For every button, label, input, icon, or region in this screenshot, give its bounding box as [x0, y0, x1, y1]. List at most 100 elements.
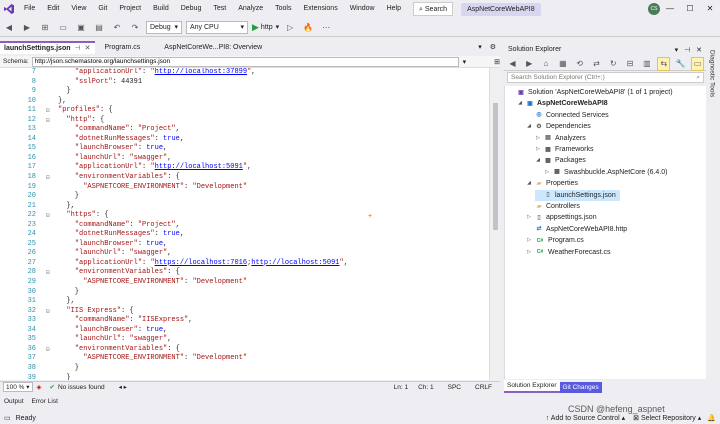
menu-test[interactable]: Test: [207, 0, 232, 18]
line-ending-indicator[interactable]: CRLF: [475, 384, 492, 391]
collapsed-chevron-icon[interactable]: ▷: [526, 235, 532, 246]
notifications-bell-icon[interactable]: 🔔: [707, 414, 716, 422]
forward-icon[interactable]: ▶: [20, 20, 34, 34]
tree-node[interactable]: ▷ C# WeatherForecast.cs: [526, 247, 610, 258]
save-all-icon[interactable]: ▤: [92, 20, 106, 34]
undo-icon[interactable]: ↶: [110, 20, 124, 34]
global-search-button[interactable]: ⌕ Search: [413, 2, 454, 16]
home-icon[interactable]: ⌂: [540, 57, 553, 71]
new-item-icon[interactable]: ⊞: [38, 20, 52, 34]
tab-output[interactable]: Output: [0, 396, 28, 407]
menu-git[interactable]: Git: [92, 0, 113, 18]
redo-icon[interactable]: ↷: [128, 20, 142, 34]
whitespace-indicator[interactable]: SPC: [448, 384, 461, 391]
scrollbar-thumb[interactable]: [493, 103, 498, 230]
pin-icon[interactable]: ⊣: [684, 47, 690, 54]
menu-help[interactable]: Help: [381, 0, 407, 18]
menu-file[interactable]: File: [18, 0, 41, 18]
line-indicator[interactable]: Ln: 1: [394, 384, 408, 391]
back-icon[interactable]: ◀: [506, 57, 519, 71]
code-editor[interactable]: 7 "applicationUrl": "http://localhost:37…: [0, 68, 500, 380]
close-tab-icon[interactable]: ✕: [85, 42, 91, 55]
history-icon[interactable]: ⟲: [573, 57, 586, 71]
hot-reload-icon[interactable]: 🔥: [301, 20, 315, 34]
sync-icon[interactable]: ⇄: [590, 57, 603, 71]
configuration-dropdown[interactable]: Debug ▾: [146, 20, 182, 34]
expanded-chevron-icon[interactable]: ◢: [517, 98, 523, 109]
tab-git-changes[interactable]: Git Changes: [559, 382, 602, 393]
fold-toggle-icon[interactable]: ⊟: [46, 211, 50, 221]
add-to-source-control-button[interactable]: ↑ Add to Source Control ▴: [546, 414, 625, 422]
collapsed-chevron-icon[interactable]: ▷: [526, 247, 532, 258]
tab-overview[interactable]: AspNetCoreWe...PI8: Overview: [160, 41, 266, 54]
tab-solution-explorer[interactable]: Solution Explorer: [504, 380, 560, 393]
menu-analyze[interactable]: Analyze: [232, 0, 269, 18]
menu-window[interactable]: Window: [344, 0, 381, 18]
chevron-down-icon[interactable]: ▾: [463, 58, 467, 66]
tree-node[interactable]: ⇄ AspNetCoreWebAPI8.http: [526, 224, 627, 235]
issues-status[interactable]: No issues found: [58, 384, 105, 391]
diagnostic-tools-tab[interactable]: Diagnostic Tools: [704, 44, 720, 164]
open-icon[interactable]: ▭: [56, 20, 70, 34]
collapsed-chevron-icon[interactable]: ▷: [544, 167, 550, 178]
tree-node[interactable]: ◎ Connected Services: [526, 110, 608, 121]
collapsed-chevron-icon[interactable]: ▷: [526, 212, 532, 223]
collapsed-chevron-icon[interactable]: ▷: [535, 144, 541, 155]
tab-program-cs[interactable]: Program.cs: [101, 41, 145, 54]
tree-node[interactable]: ◢ ▰ Properties: [526, 178, 578, 189]
pin-icon[interactable]: ⊣: [75, 42, 81, 55]
fold-toggle-icon[interactable]: ⊟: [46, 307, 50, 317]
solution-explorer-search-input[interactable]: Search Solution Explorer (Ctrl+;) ⌕: [507, 72, 704, 83]
expanded-chevron-icon[interactable]: ◢: [526, 121, 532, 132]
refresh-icon[interactable]: ↻: [607, 57, 620, 71]
close-icon[interactable]: ✕: [696, 47, 702, 54]
fold-toggle-icon[interactable]: ⊟: [46, 116, 50, 126]
close-icon[interactable]: ✕: [700, 0, 720, 18]
tree-node[interactable]: ◢ ▩ Packages: [535, 155, 586, 166]
fold-toggle-icon[interactable]: ⊟: [46, 268, 50, 278]
menu-tools[interactable]: Tools: [269, 0, 297, 18]
menu-view[interactable]: View: [65, 0, 92, 18]
menu-extensions[interactable]: Extensions: [297, 0, 343, 18]
split-editor-icon[interactable]: ⊞: [494, 58, 500, 66]
chevron-down-icon[interactable]: ▾: [675, 47, 679, 54]
minimize-icon[interactable]: —: [660, 0, 680, 18]
tree-node[interactable]: ▣ Solution 'AspNetCoreWebAPI8' (1 of 1 pr…: [508, 87, 672, 98]
save-icon[interactable]: ▣: [74, 20, 88, 34]
tree-node[interactable]: ▰ Controllers: [526, 201, 580, 212]
collapsed-chevron-icon[interactable]: ▷: [535, 133, 541, 144]
tree-node[interactable]: ▷ ▯ appsettings.json: [526, 212, 597, 223]
run-button[interactable]: ▶ http ▾: [252, 22, 279, 33]
select-repository-button[interactable]: ⊠ Select Repository ▴: [633, 414, 701, 422]
schema-input[interactable]: [31, 56, 459, 67]
health-icon[interactable]: ◈: [37, 383, 42, 391]
preview-selected-icon[interactable]: ▭: [691, 56, 705, 71]
toolbar-more-icon[interactable]: ⋯: [319, 20, 333, 34]
fold-toggle-icon[interactable]: ⊟: [46, 106, 50, 116]
avatar[interactable]: CS: [648, 3, 660, 15]
issue-navigation-icon[interactable]: ◂ ▸: [119, 383, 127, 391]
tab-launchsettings[interactable]: launchSettings.json ⊣ ✕: [0, 41, 95, 54]
tree-node[interactable]: ◢ ▣ AspNetCoreWebAPI8: [517, 98, 608, 109]
settings-gear-icon[interactable]: ⚙: [486, 41, 500, 54]
properties-wrench-icon[interactable]: 🔧: [674, 57, 687, 71]
menu-project[interactable]: Project: [113, 0, 147, 18]
tree-node[interactable]: ◢ ⚙ Dependencies: [526, 121, 591, 132]
menu-debug[interactable]: Debug: [175, 0, 208, 18]
expanded-chevron-icon[interactable]: ◢: [526, 178, 532, 189]
show-all-files-icon[interactable]: ▥: [641, 57, 654, 71]
forward-icon[interactable]: ▶: [523, 57, 536, 71]
fold-toggle-icon[interactable]: ⊟: [46, 173, 50, 183]
back-icon[interactable]: ◀: [2, 20, 16, 34]
tab-error-list[interactable]: Error List: [28, 396, 62, 407]
switch-views-icon[interactable]: ▦: [556, 57, 569, 71]
collapse-all-icon[interactable]: ⊟: [624, 57, 637, 71]
expanded-chevron-icon[interactable]: ◢: [535, 155, 541, 166]
tab-list-dropdown-icon[interactable]: ▾: [474, 41, 486, 54]
platform-dropdown[interactable]: Any CPU ▾: [186, 20, 248, 34]
tree-node[interactable]: ▷ ▩ Swashbuckle.AspNetCore (6.4.0): [544, 167, 667, 178]
tree-node[interactable]: ▷ C# Program.cs: [526, 235, 584, 246]
tree-node[interactable]: ▷ ▤ Analyzers: [535, 133, 586, 144]
column-indicator[interactable]: Ch: 1: [418, 384, 434, 391]
menu-edit[interactable]: Edit: [41, 0, 65, 18]
